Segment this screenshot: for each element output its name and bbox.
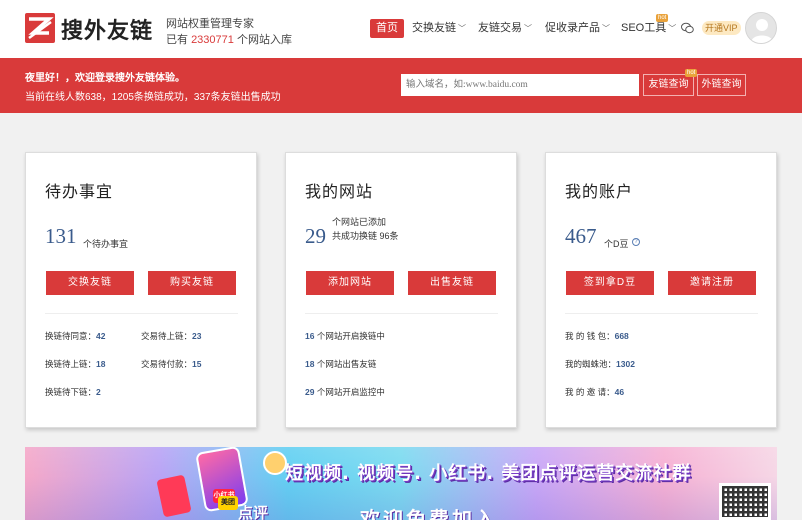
nav-exchange-links-label: 交换友链 (412, 22, 456, 34)
food-icon (263, 451, 287, 475)
todo-card: 待办事宜 131 个待办事宜 交换友链 购买友链 换链待同意：42 交易待上链：… (25, 152, 257, 428)
stat-item[interactable]: 我的蜘蛛池：1302 (565, 358, 635, 370)
ad-title: 短视频. 视频号. 小红书. 美团点评运营交流社群 (285, 463, 692, 484)
wechat-icon[interactable] (681, 22, 694, 34)
top-header: 搜外友链 网站权重管理专家 已有 2330771 个网站入库 首页 交换友链 ﹀ … (0, 0, 802, 58)
hot-badge: hot (656, 14, 669, 22)
my-sites-card: 我的网站 29 个网站已添加 共成功换链 96条 添加网站 出售友链 16 个网… (285, 152, 517, 428)
sites-exchanged-label: 共成功换链 96条 (332, 231, 399, 241)
greeting-text: 夜里好！，欢迎登录搜外友链体验。 (25, 73, 185, 84)
stat-item[interactable]: 换链待下链：2 (45, 386, 101, 398)
help-icon[interactable]: ? (632, 238, 640, 246)
dbean-count: 467 (565, 224, 597, 248)
sell-links-button[interactable]: 出售友链 (408, 271, 496, 295)
hot-badge: hot (685, 69, 698, 77)
todo-count: 131 (45, 224, 77, 248)
nav-indexing-products[interactable]: 促收录产品 ﹀ (545, 18, 610, 39)
nav-indexing-products-label: 促收录产品 (545, 22, 600, 34)
site-count-text: 已有 2330771 个网站入库 (166, 31, 292, 47)
my-account-card: 我的账户 467 个D豆 ? 签到拿D豆 邀请注册 我 的 钱 包：668 我的… (545, 152, 777, 428)
chevron-down-icon: ﹀ (668, 24, 677, 33)
exchange-links-button[interactable]: 交换友链 (46, 271, 134, 295)
site-count-number: 2330771 (191, 34, 234, 46)
slogan: 网站权重管理专家 (166, 18, 254, 30)
site-count-suffix: 个网站入库 (236, 34, 292, 46)
domain-search-input[interactable] (401, 74, 639, 96)
stat-item[interactable]: 29 个网站开启监控中 (305, 386, 385, 398)
card-title: 待办事宜 (45, 184, 114, 201)
vip-button[interactable]: 开通VIP (702, 21, 741, 35)
nav-home[interactable]: 首页 (370, 19, 404, 38)
divider (45, 313, 238, 314)
add-site-button[interactable]: 添加网站 (306, 271, 394, 295)
nav-exchange-links[interactable]: 交换友链 ﹀ (412, 18, 466, 39)
brand-name[interactable]: 搜外友链 (61, 13, 153, 45)
stat-item[interactable]: 16 个网站开启换链中 (305, 330, 385, 342)
community-ad-banner[interactable]: 小红书 美团 点评 短视频. 视频号. 小红书. 美团点评运营交流社群 欢迎免费… (25, 447, 777, 520)
chevron-down-icon: ﹀ (524, 24, 532, 33)
divider (565, 313, 758, 314)
card-title: 我的网站 (305, 184, 374, 201)
card-title: 我的账户 (565, 184, 634, 201)
dbean-label: 个D豆 (604, 239, 629, 249)
stat-item[interactable]: 我 的 邀 请：46 (565, 386, 624, 398)
nav-link-trade[interactable]: 友链交易 ﹀ (478, 18, 532, 39)
dianping-text: 点评 (238, 505, 269, 520)
stat-item[interactable]: 18 个网站出售友链 (305, 358, 376, 370)
user-icon (751, 19, 773, 43)
stat-item[interactable]: 换链待上链：18 (45, 358, 105, 370)
online-stats: 当前在线人数638，1205条换链成功，337条友链出售成功 (25, 92, 281, 103)
chevron-down-icon: ﹀ (602, 24, 610, 33)
stat-item[interactable]: 交易待付款：15 (141, 358, 201, 370)
buy-links-button[interactable]: 购买友链 (148, 271, 236, 295)
ad-subtitle: 欢迎免费加入 (360, 507, 498, 520)
meituan-tag: 美团 (218, 496, 238, 510)
nav-seo-tools[interactable]: SEO工具 ﹀ (621, 18, 676, 39)
nav-link-trade-label: 友链交易 (478, 22, 522, 34)
stat-item[interactable]: 换链待同意：42 (45, 330, 105, 342)
qr-code (719, 483, 771, 520)
chevron-down-icon: ﹀ (458, 24, 466, 33)
divider (305, 313, 498, 314)
welcome-banner: 夜里好！，欢迎登录搜外友链体验。 当前在线人数638，1205条换链成功，337… (0, 58, 802, 113)
sites-count: 29 (305, 224, 326, 248)
nav-seo-tools-label: SEO工具 (621, 22, 667, 34)
stat-item[interactable]: 交易待上链：23 (141, 330, 201, 342)
site-count-prefix: 已有 (166, 34, 188, 46)
logo-icon[interactable] (25, 13, 55, 43)
avatar[interactable] (745, 12, 777, 44)
todo-count-label: 个待办事宜 (83, 239, 129, 249)
invite-register-button[interactable]: 邀请注册 (668, 271, 756, 295)
stat-item[interactable]: 我 的 钱 包：668 (565, 330, 629, 342)
sites-added-label: 个网站已添加 (332, 217, 387, 227)
friend-link-query-button[interactable]: 友链查询 (643, 74, 694, 96)
checkin-button[interactable]: 签到拿D豆 (566, 271, 654, 295)
external-link-query-button[interactable]: 外链查询 (697, 74, 746, 96)
